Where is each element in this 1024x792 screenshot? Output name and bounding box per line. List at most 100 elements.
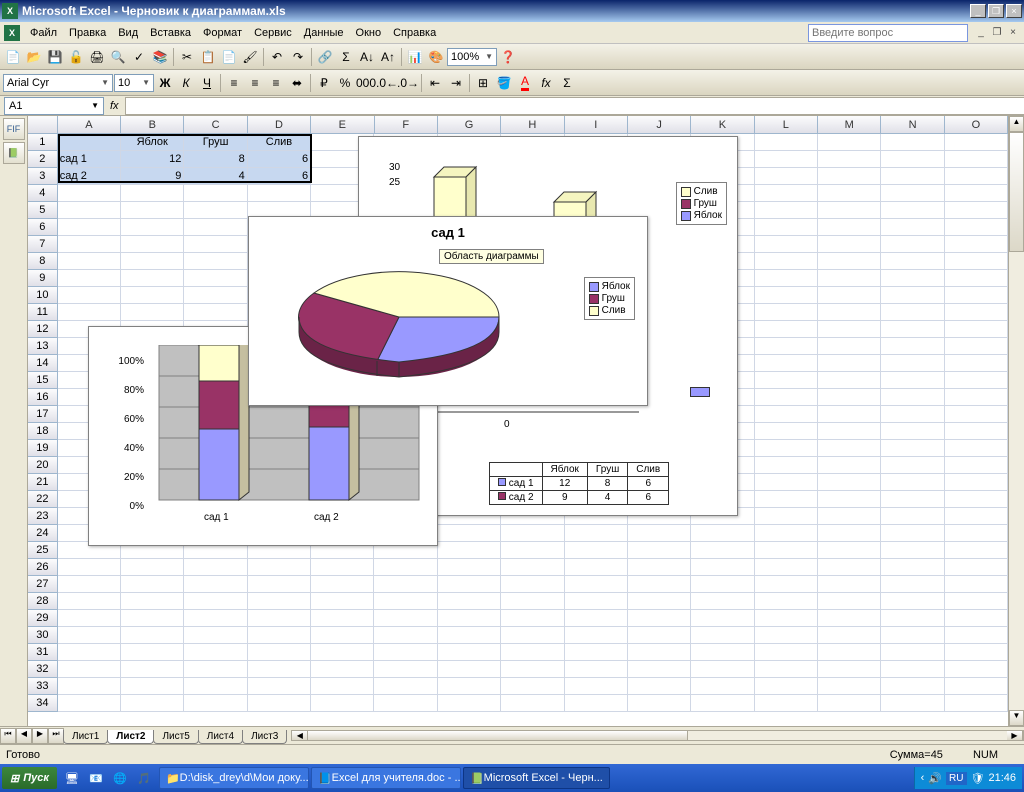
cell[interactable]	[945, 610, 1008, 627]
cell[interactable]	[755, 134, 818, 151]
cell[interactable]: сад 1	[58, 151, 121, 168]
cell[interactable]	[628, 559, 691, 576]
cell[interactable]	[184, 253, 247, 270]
row-header[interactable]: 23	[28, 508, 58, 525]
cell[interactable]	[184, 304, 247, 321]
scroll-track[interactable]	[688, 731, 1007, 740]
cell[interactable]	[691, 542, 754, 559]
tray-icon[interactable]: 🛡	[971, 772, 985, 785]
menu-file[interactable]: Файл	[24, 25, 63, 41]
cell[interactable]	[121, 202, 184, 219]
cell[interactable]	[818, 644, 881, 661]
sort-desc-icon[interactable]: A↑	[378, 47, 398, 67]
cell[interactable]	[945, 644, 1008, 661]
cell[interactable]	[945, 236, 1008, 253]
cell[interactable]	[121, 304, 184, 321]
align-right-icon[interactable]: ≡	[266, 73, 286, 93]
decrease-indent-icon[interactable]: ⇤	[425, 73, 445, 93]
cell[interactable]	[945, 661, 1008, 678]
cell[interactable]	[628, 525, 691, 542]
scroll-thumb[interactable]	[1009, 132, 1024, 252]
tab-nav-next[interactable]: ▶	[32, 728, 48, 744]
row-header[interactable]: 24	[28, 525, 58, 542]
cell[interactable]	[818, 389, 881, 406]
cell[interactable]	[565, 610, 628, 627]
cell[interactable]	[881, 134, 944, 151]
help-icon[interactable]: ❓	[498, 47, 518, 67]
scroll-down-button[interactable]: ▼	[1009, 710, 1024, 726]
cell[interactable]	[755, 355, 818, 372]
cell[interactable]	[818, 661, 881, 678]
cell[interactable]	[818, 287, 881, 304]
cell[interactable]	[184, 185, 247, 202]
cell[interactable]	[881, 627, 944, 644]
fill-color-icon[interactable]: 🪣	[494, 73, 514, 93]
cell[interactable]	[881, 695, 944, 712]
cell[interactable]	[881, 253, 944, 270]
cell[interactable]: Слив	[248, 134, 311, 151]
scroll-right-button[interactable]: ▶	[1007, 731, 1023, 740]
cell[interactable]	[565, 627, 628, 644]
cell[interactable]	[311, 593, 374, 610]
menu-window[interactable]: Окно	[350, 25, 388, 41]
cell[interactable]	[628, 576, 691, 593]
tab-nav-first[interactable]: ⏮	[0, 728, 16, 744]
cell[interactable]	[691, 661, 754, 678]
cell[interactable]	[755, 202, 818, 219]
cell[interactable]	[945, 151, 1008, 168]
menu-data[interactable]: Данные	[298, 25, 350, 41]
cell[interactable]	[628, 695, 691, 712]
cell[interactable]	[755, 695, 818, 712]
cell[interactable]	[121, 236, 184, 253]
cell[interactable]	[755, 627, 818, 644]
cell[interactable]	[818, 134, 881, 151]
cell[interactable]	[248, 678, 311, 695]
increase-indent-icon[interactable]: ⇥	[446, 73, 466, 93]
cell[interactable]	[248, 610, 311, 627]
cell[interactable]	[755, 168, 818, 185]
cell[interactable]	[818, 185, 881, 202]
cell[interactable]	[818, 457, 881, 474]
cell[interactable]	[374, 627, 437, 644]
cell[interactable]	[565, 576, 628, 593]
cell[interactable]	[58, 678, 121, 695]
cell[interactable]	[691, 644, 754, 661]
cell[interactable]	[755, 338, 818, 355]
cell[interactable]	[311, 678, 374, 695]
cell[interactable]	[881, 219, 944, 236]
cell[interactable]	[881, 406, 944, 423]
cell[interactable]	[881, 610, 944, 627]
cell[interactable]	[818, 372, 881, 389]
cell[interactable]	[881, 576, 944, 593]
row-header[interactable]: 27	[28, 576, 58, 593]
cell[interactable]	[881, 525, 944, 542]
cell[interactable]	[438, 644, 501, 661]
cell[interactable]	[501, 695, 564, 712]
taskbar-button[interactable]: 📁 D:\disk_drey\d\Мои доку...	[159, 767, 309, 789]
sheet-tab[interactable]: Лист5	[153, 730, 198, 744]
cell[interactable]	[501, 525, 564, 542]
cell[interactable]	[755, 644, 818, 661]
cell[interactable]	[755, 593, 818, 610]
doc-restore-button[interactable]: ❐	[990, 26, 1004, 40]
row-header[interactable]: 29	[28, 610, 58, 627]
cell[interactable]	[945, 406, 1008, 423]
cell[interactable]	[818, 151, 881, 168]
cell[interactable]	[881, 202, 944, 219]
language-indicator[interactable]: RU	[946, 772, 966, 785]
cell[interactable]	[818, 695, 881, 712]
cell[interactable]	[58, 627, 121, 644]
row-header[interactable]: 17	[28, 406, 58, 423]
sort-asc-icon[interactable]: A↓	[357, 47, 377, 67]
cell[interactable]	[818, 508, 881, 525]
cell[interactable]	[691, 695, 754, 712]
cell[interactable]	[58, 576, 121, 593]
cell[interactable]	[58, 202, 121, 219]
cell[interactable]	[248, 644, 311, 661]
row-header[interactable]: 7	[28, 236, 58, 253]
cell[interactable]	[945, 627, 1008, 644]
cell[interactable]	[565, 661, 628, 678]
cell[interactable]	[121, 270, 184, 287]
cell[interactable]	[755, 542, 818, 559]
cell[interactable]	[755, 661, 818, 678]
